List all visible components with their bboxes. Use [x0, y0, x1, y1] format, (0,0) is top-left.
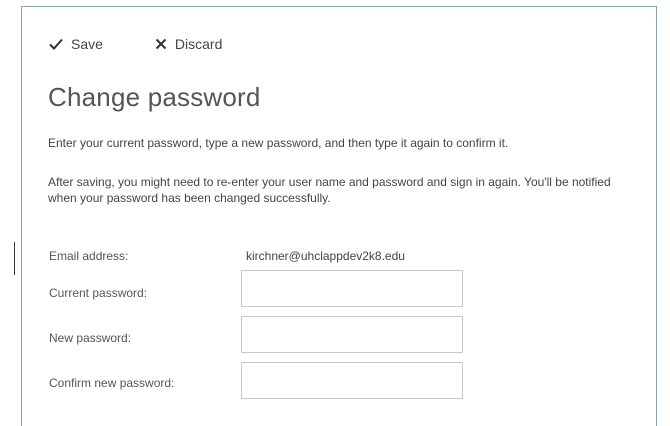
change-password-panel: Save Discard Change password Enter your … — [21, 6, 657, 426]
confirm-password-field[interactable] — [241, 362, 463, 399]
note-text: After saving, you might need to re-enter… — [48, 175, 611, 205]
discard-button[interactable]: Discard — [155, 36, 222, 52]
page-title: Change password — [48, 82, 261, 112]
email-label: Email address: — [49, 249, 129, 263]
x-icon — [155, 38, 167, 50]
discard-label: Discard — [174, 36, 223, 52]
instructions-text: Enter your current password, type a new … — [48, 136, 509, 150]
toolbar: Save Discard — [49, 36, 222, 52]
save-button[interactable]: Save — [49, 36, 103, 52]
new-password-label: New password: — [49, 331, 132, 345]
current-password-field[interactable] — [241, 270, 463, 307]
current-password-label: Current password: — [49, 286, 148, 300]
edge-marker — [14, 242, 15, 275]
confirm-password-label: Confirm new password: — [49, 376, 175, 390]
checkmark-icon — [49, 38, 63, 50]
save-label: Save — [71, 36, 103, 52]
email-value: kirchner@uhclappdev2k8.edu — [246, 249, 405, 263]
new-password-field[interactable] — [241, 316, 463, 353]
